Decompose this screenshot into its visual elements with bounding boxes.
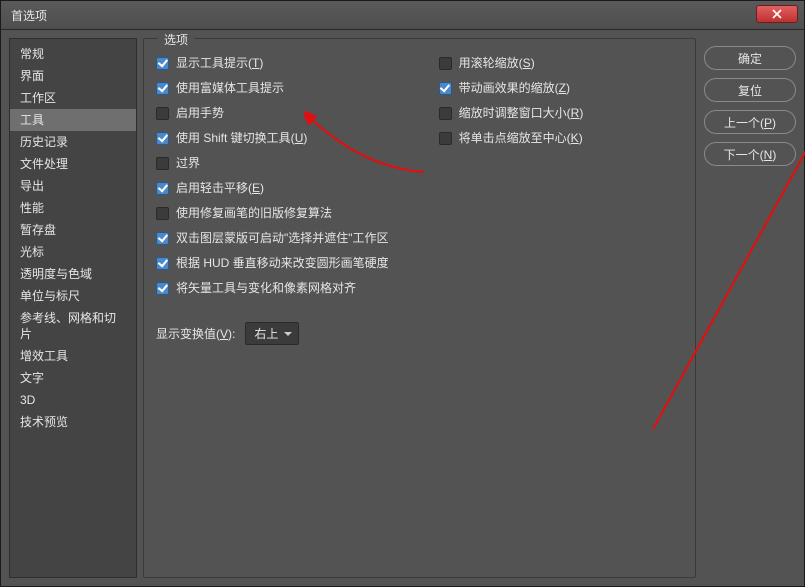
sidebar-item-label: 界面 — [20, 69, 44, 83]
option-label: 根据 HUD 垂直移动来改变圆形画笔硬度 — [176, 255, 389, 271]
sidebar-item[interactable]: 暂存盘 — [10, 219, 136, 241]
sidebar: 常规界面工作区工具历史记录文件处理导出性能暂存盘光标透明度与色域单位与标尺参考线… — [9, 38, 137, 578]
option-label: 使用富媒体工具提示 — [176, 80, 284, 96]
option-row: 根据 HUD 垂直移动来改变圆形画笔硬度 — [156, 255, 389, 271]
checkbox[interactable] — [156, 207, 169, 220]
next-button[interactable]: 下一个(N) — [704, 142, 796, 166]
checkbox[interactable] — [156, 82, 169, 95]
transform-values-selected: 右上 — [254, 327, 278, 341]
sidebar-item[interactable]: 增效工具 — [10, 345, 136, 367]
option-row: 用滚轮缩放(S) — [439, 55, 584, 71]
sidebar-item-label: 单位与标尺 — [20, 289, 80, 303]
sidebar-item-label: 技术预览 — [20, 415, 68, 429]
sidebar-item[interactable]: 工具 — [10, 109, 136, 131]
checkbox[interactable] — [156, 232, 169, 245]
option-row: 过界 — [156, 155, 389, 171]
checkbox[interactable] — [439, 82, 452, 95]
option-label: 将矢量工具与变化和像素网格对齐 — [176, 280, 356, 296]
option-row: 使用 Shift 键切换工具(U) — [156, 130, 389, 146]
sidebar-item[interactable]: 3D — [10, 389, 136, 411]
sidebar-item[interactable]: 历史记录 — [10, 131, 136, 153]
transform-values-label: 显示变换值(V): — [156, 325, 235, 342]
window-title: 首选项 — [11, 7, 47, 24]
button-column: 确定 复位 上一个(P) 下一个(N) — [704, 38, 796, 578]
checkbox[interactable] — [156, 182, 169, 195]
checkbox[interactable] — [439, 57, 452, 70]
close-button[interactable] — [756, 5, 798, 23]
sidebar-item[interactable]: 文件处理 — [10, 153, 136, 175]
option-row: 启用轻击平移(E) — [156, 180, 389, 196]
option-label: 过界 — [176, 155, 200, 171]
option-label: 启用手势 — [176, 105, 224, 121]
content-area: 常规界面工作区工具历史记录文件处理导出性能暂存盘光标透明度与色域单位与标尺参考线… — [1, 30, 804, 586]
checkbox[interactable] — [156, 132, 169, 145]
sidebar-item[interactable]: 技术预览 — [10, 411, 136, 433]
sidebar-item-label: 参考线、网格和切片 — [20, 311, 116, 341]
option-row: 双击图层蒙版可启动"选择并遮住"工作区 — [156, 230, 389, 246]
sidebar-item-label: 工具 — [20, 113, 44, 127]
sidebar-item-label: 光标 — [20, 245, 44, 259]
option-row: 带动画效果的缩放(Z) — [439, 80, 584, 96]
sidebar-item-label: 性能 — [20, 201, 44, 215]
sidebar-item[interactable]: 工作区 — [10, 87, 136, 109]
sidebar-item[interactable]: 导出 — [10, 175, 136, 197]
option-label: 使用 Shift 键切换工具(U) — [176, 130, 307, 146]
option-label: 显示工具提示(T) — [176, 55, 263, 71]
option-row: 缩放时调整窗口大小(R) — [439, 105, 584, 121]
sidebar-item[interactable]: 参考线、网格和切片 — [10, 307, 136, 345]
checkbox[interactable] — [156, 107, 169, 120]
sidebar-item[interactable]: 单位与标尺 — [10, 285, 136, 307]
transform-values-row: 显示变换值(V): 右上 — [156, 322, 683, 345]
sidebar-item[interactable]: 透明度与色域 — [10, 263, 136, 285]
sidebar-item-label: 文字 — [20, 371, 44, 385]
close-icon — [771, 9, 783, 19]
checkbox[interactable] — [439, 132, 452, 145]
sidebar-item-label: 导出 — [20, 179, 44, 193]
sidebar-item[interactable]: 文字 — [10, 367, 136, 389]
option-label: 缩放时调整窗口大小(R) — [459, 105, 584, 121]
transform-values-select[interactable]: 右上 — [245, 322, 299, 345]
sidebar-item-label: 暂存盘 — [20, 223, 56, 237]
checkbox[interactable] — [156, 57, 169, 70]
sidebar-item-label: 文件处理 — [20, 157, 68, 171]
options-right-column: 用滚轮缩放(S) 带动画效果的缩放(Z) 缩放时调整窗口大小(R) 将单击点缩放至中心… — [439, 55, 584, 296]
sidebar-item-label: 3D — [20, 393, 35, 407]
sidebar-item-label: 工作区 — [20, 91, 56, 105]
sidebar-item-label: 历史记录 — [20, 135, 68, 149]
ok-button[interactable]: 确定 — [704, 46, 796, 70]
sidebar-item-label: 常规 — [20, 47, 44, 61]
option-label: 启用轻击平移(E) — [176, 180, 264, 196]
option-label: 将单击点缩放至中心(K) — [459, 130, 583, 146]
sidebar-item[interactable]: 常规 — [10, 43, 136, 65]
sidebar-item[interactable]: 界面 — [10, 65, 136, 87]
sidebar-item[interactable]: 性能 — [10, 197, 136, 219]
option-label: 用滚轮缩放(S) — [459, 55, 535, 71]
checkbox[interactable] — [156, 282, 169, 295]
checkbox[interactable] — [156, 157, 169, 170]
prev-button[interactable]: 上一个(P) — [704, 110, 796, 134]
option-row: 使用富媒体工具提示 — [156, 80, 389, 96]
option-row: 使用修复画笔的旧版修复算法 — [156, 205, 389, 221]
options-legend: 选项 — [158, 31, 194, 48]
preferences-window: 首选项 常规界面工作区工具历史记录文件处理导出性能暂存盘光标透明度与色域单位与标… — [0, 0, 805, 587]
titlebar: 首选项 — [1, 1, 804, 30]
option-row: 显示工具提示(T) — [156, 55, 389, 71]
main-area: 选项 显示工具提示(T)使用富媒体工具提示启用手势使用 Shift 键切换工具(… — [143, 38, 796, 578]
sidebar-item-label: 透明度与色域 — [20, 267, 92, 281]
sidebar-item-label: 增效工具 — [20, 349, 68, 363]
options-left-column: 显示工具提示(T) 使用富媒体工具提示启用手势使用 Shift 键切换工具(U) 过… — [156, 55, 389, 296]
option-columns: 显示工具提示(T) 使用富媒体工具提示启用手势使用 Shift 键切换工具(U) 过… — [156, 55, 683, 296]
option-label: 带动画效果的缩放(Z) — [459, 80, 570, 96]
checkbox[interactable] — [156, 257, 169, 270]
option-row: 将单击点缩放至中心(K) — [439, 130, 584, 146]
option-label: 使用修复画笔的旧版修复算法 — [176, 205, 332, 221]
option-row: 将矢量工具与变化和像素网格对齐 — [156, 280, 389, 296]
reset-button[interactable]: 复位 — [704, 78, 796, 102]
option-label: 双击图层蒙版可启动"选择并遮住"工作区 — [176, 230, 389, 246]
option-row: 启用手势 — [156, 105, 389, 121]
options-panel: 选项 显示工具提示(T)使用富媒体工具提示启用手势使用 Shift 键切换工具(… — [143, 38, 696, 578]
sidebar-item[interactable]: 光标 — [10, 241, 136, 263]
checkbox[interactable] — [439, 107, 452, 120]
